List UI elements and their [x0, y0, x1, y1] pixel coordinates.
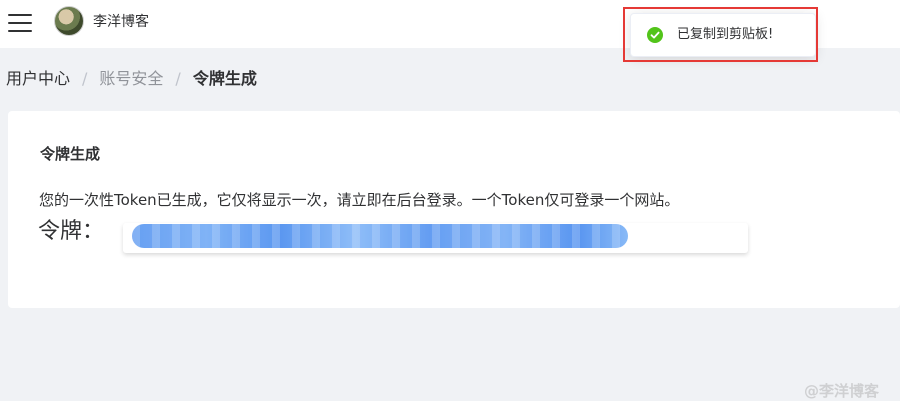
username-label[interactable]: 李洋博客 [93, 12, 149, 32]
watermark: @李洋博客 [804, 382, 880, 400]
token-description: 您的一次性Token已生成，它仅将显示一次，请立即在后台登录。一个Token仅可… [39, 191, 680, 209]
check-circle-icon [647, 27, 663, 43]
token-field[interactable] [123, 223, 748, 253]
user-avatar[interactable] [54, 6, 84, 36]
breadcrumb-separator: / [82, 69, 88, 88]
breadcrumb-item-user-center[interactable]: 用户中心 [6, 69, 70, 88]
token-label: 令牌： [38, 219, 105, 244]
card-title: 令牌生成 [40, 145, 101, 163]
breadcrumb: 用户中心 / 账号安全 / 令牌生成 [6, 68, 257, 90]
copy-success-toast: 已复制到剪贴板! [630, 13, 816, 57]
breadcrumb-separator: / [175, 69, 181, 88]
breadcrumb-item-token-generation: 令牌生成 [192, 69, 257, 88]
token-value-blurred [132, 224, 628, 248]
breadcrumb-item-account-security[interactable]: 账号安全 [99, 69, 163, 88]
token-card: 令牌生成 您的一次性Token已生成，它仅将显示一次，请立即在后台登录。一个To… [8, 111, 900, 400]
hamburger-menu-icon[interactable] [8, 12, 32, 34]
toast-message: 已复制到剪贴板! [677, 27, 774, 42]
